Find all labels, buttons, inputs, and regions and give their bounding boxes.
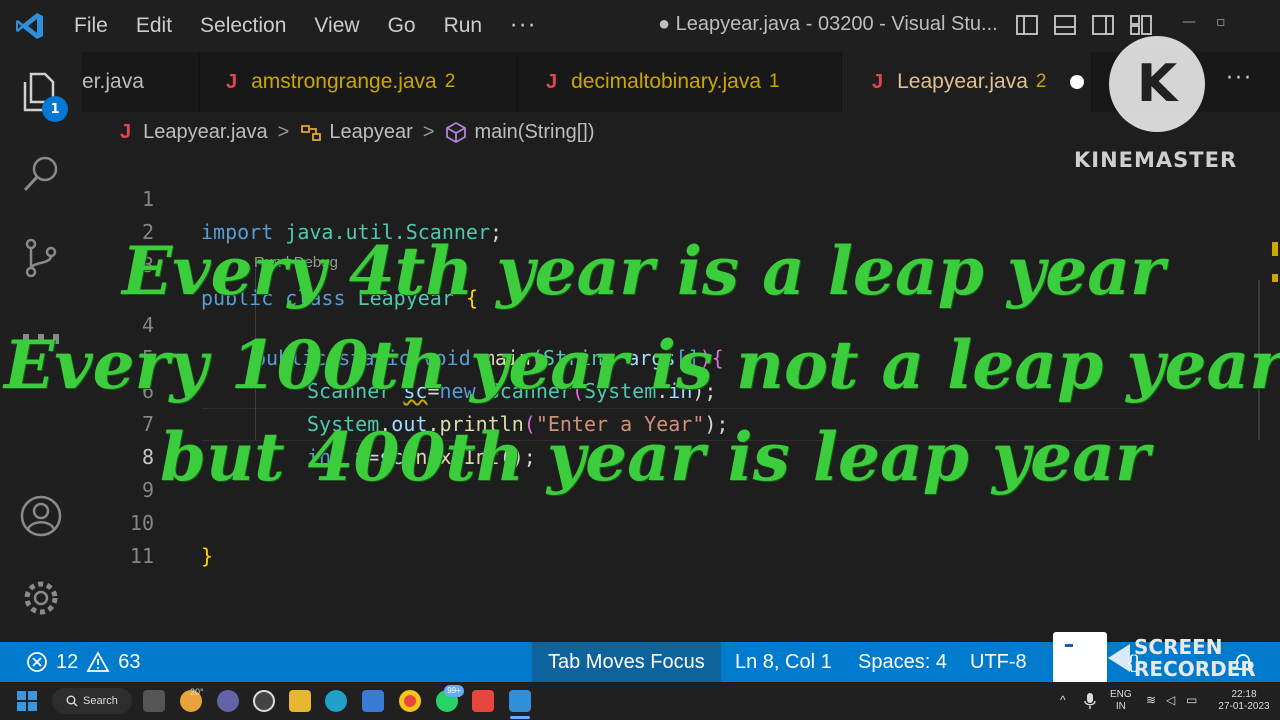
layout-controls	[1014, 12, 1154, 38]
unsaved-dot-icon[interactable]	[1070, 75, 1085, 89]
java-file-icon: J	[226, 70, 238, 93]
language-indicator[interactable]: ENG IN	[1110, 689, 1132, 713]
dell-icon[interactable]	[253, 690, 275, 712]
time: 22:18	[1231, 689, 1257, 700]
overlay-caption-line-3: but 400th year is leap year	[160, 418, 1150, 496]
window-title: ● Leapyear.java - 03200 - Visual Stu...	[658, 13, 998, 35]
problem-count: 1	[769, 71, 780, 92]
menu-edit[interactable]: Edit	[122, 14, 186, 38]
breadcrumb-class[interactable]: Leapyear	[329, 121, 412, 144]
kinemaster-logo-icon: K	[1109, 36, 1205, 132]
kinemaster-watermark: KINEMASTER	[1074, 148, 1238, 172]
clock[interactable]: 22:18 27-01-2023	[1214, 689, 1274, 713]
editor-tabs: er.java J amstrongrange.java 2 J decimal…	[82, 52, 1280, 112]
settings-gear-icon[interactable]	[19, 576, 63, 620]
minimize-icon[interactable]: —	[1182, 14, 1196, 30]
tab-decimaltobinary-java[interactable]: J decimaltobinary.java 1	[518, 52, 842, 112]
error-icon	[27, 652, 47, 672]
taskbar-search[interactable]: Search	[52, 688, 132, 714]
windows-start-icon[interactable]	[17, 691, 37, 711]
menu-file[interactable]: File	[60, 14, 122, 38]
indentation-setting[interactable]: Spaces: 4	[858, 642, 947, 682]
code-line: 1 import java.util.Scanner;	[82, 150, 1182, 244]
windows-taskbar: Search 20° 99+ ^ ENG IN ≋ ◁ ▭ 22:18 27-0…	[0, 682, 1280, 720]
tab-er-java[interactable]: er.java	[82, 52, 200, 112]
weather-temp: 20°	[190, 687, 204, 697]
cursor-position[interactable]: Ln 8, Col 1	[735, 642, 832, 682]
tab-leapyear-java[interactable]: J Leapyear.java 2	[842, 52, 1092, 112]
problem-count: 2	[1035, 71, 1047, 92]
scrollbar-warning-marker	[1272, 274, 1278, 282]
overlay-caption-line-1: Every 4th year is a leap year	[122, 232, 1165, 310]
title-bar: File Edit Selection View Go Run ··· ● Le…	[0, 0, 1280, 52]
menu-more-icon[interactable]: ···	[496, 14, 551, 39]
menu-go[interactable]: Go	[374, 14, 430, 38]
scrollbar-warning-marker	[1272, 242, 1278, 256]
task-view-icon[interactable]	[143, 690, 165, 712]
tab-label: Leapyear.java	[897, 70, 1028, 93]
explorer-badge: 1	[42, 96, 68, 122]
chevron-right-icon: >	[422, 120, 435, 143]
volume-icon[interactable]: ◁	[1166, 694, 1175, 706]
tab-moves-focus-button[interactable]: Tab Moves Focus	[532, 642, 721, 682]
toggle-primary-sidebar-icon[interactable]	[1014, 12, 1040, 38]
customize-layout-icon[interactable]	[1128, 12, 1154, 38]
active-app-indicator	[510, 716, 530, 719]
vscode-taskbar-icon[interactable]	[509, 690, 531, 712]
store-icon[interactable]	[362, 690, 384, 712]
toggle-secondary-sidebar-icon[interactable]	[1090, 12, 1116, 38]
overlay-caption-line-2: Every 100th year is not a leap year	[4, 326, 1280, 404]
teams-chat-icon[interactable]	[217, 690, 239, 712]
source-control-icon[interactable]	[19, 236, 63, 280]
file-explorer-icon[interactable]	[289, 690, 311, 712]
warning-count: 63	[118, 650, 141, 673]
encoding-setting[interactable]: UTF-8	[970, 642, 1027, 682]
maximize-icon[interactable]: ▫	[1216, 14, 1226, 30]
method-cube-icon	[446, 121, 467, 143]
chevron-right-icon: >	[277, 120, 290, 143]
chrome-icon[interactable]	[399, 690, 421, 712]
class-icon	[301, 125, 322, 141]
tab-more-actions-icon[interactable]: ···	[1226, 66, 1253, 91]
screen-recorder-app-icon[interactable]	[472, 690, 494, 712]
recorder-camera-icon	[1108, 644, 1130, 672]
menu-selection[interactable]: Selection	[186, 14, 300, 38]
search-icon[interactable]	[19, 152, 63, 196]
edge-browser-icon[interactable]	[325, 690, 347, 712]
screen-recorder-watermark: SCREEN RECORDER	[1134, 635, 1256, 681]
problem-count: 2	[444, 71, 456, 92]
warning-icon	[86, 651, 110, 672]
menu-bar: File Edit Selection View Go Run ···	[60, 0, 551, 52]
tab-amstrongrange-java[interactable]: J amstrongrange.java 2	[200, 52, 518, 112]
java-file-icon: J	[120, 120, 132, 143]
error-count: 12	[56, 650, 79, 673]
whatsapp-badge: 99+	[444, 685, 464, 697]
wifi-icon[interactable]: ≋	[1146, 694, 1156, 706]
chevron-up-icon[interactable]: ^	[1060, 694, 1066, 706]
breadcrumb-method[interactable]: main(String[])	[474, 121, 594, 144]
date: 27-01-2023	[1218, 701, 1270, 712]
accounts-icon[interactable]	[19, 494, 63, 538]
toggle-panel-icon[interactable]	[1052, 12, 1078, 38]
java-file-icon: J	[872, 70, 884, 93]
screen-recorder-logo-icon	[1053, 632, 1107, 684]
tab-label: er.java	[82, 70, 144, 93]
tab-label: amstrongrange.java	[251, 70, 437, 93]
menu-run[interactable]: Run	[430, 14, 497, 38]
code-line: 2	[82, 183, 1182, 244]
vscode-logo-icon	[0, 0, 60, 52]
battery-icon[interactable]: ▭	[1186, 694, 1197, 706]
menu-view[interactable]: View	[300, 14, 373, 38]
code-line: 11	[82, 507, 1182, 568]
search-icon	[66, 695, 78, 707]
java-file-icon: J	[546, 70, 558, 93]
breadcrumb: J Leapyear.java > Leapyear > main(String…	[120, 118, 594, 146]
problems-indicator[interactable]: 12 63	[26, 642, 141, 682]
tab-label: decimaltobinary.java	[571, 70, 761, 93]
breadcrumb-file[interactable]: Leapyear.java	[143, 121, 268, 144]
line-number: 11	[129, 544, 154, 568]
microphone-icon[interactable]	[1084, 692, 1096, 710]
